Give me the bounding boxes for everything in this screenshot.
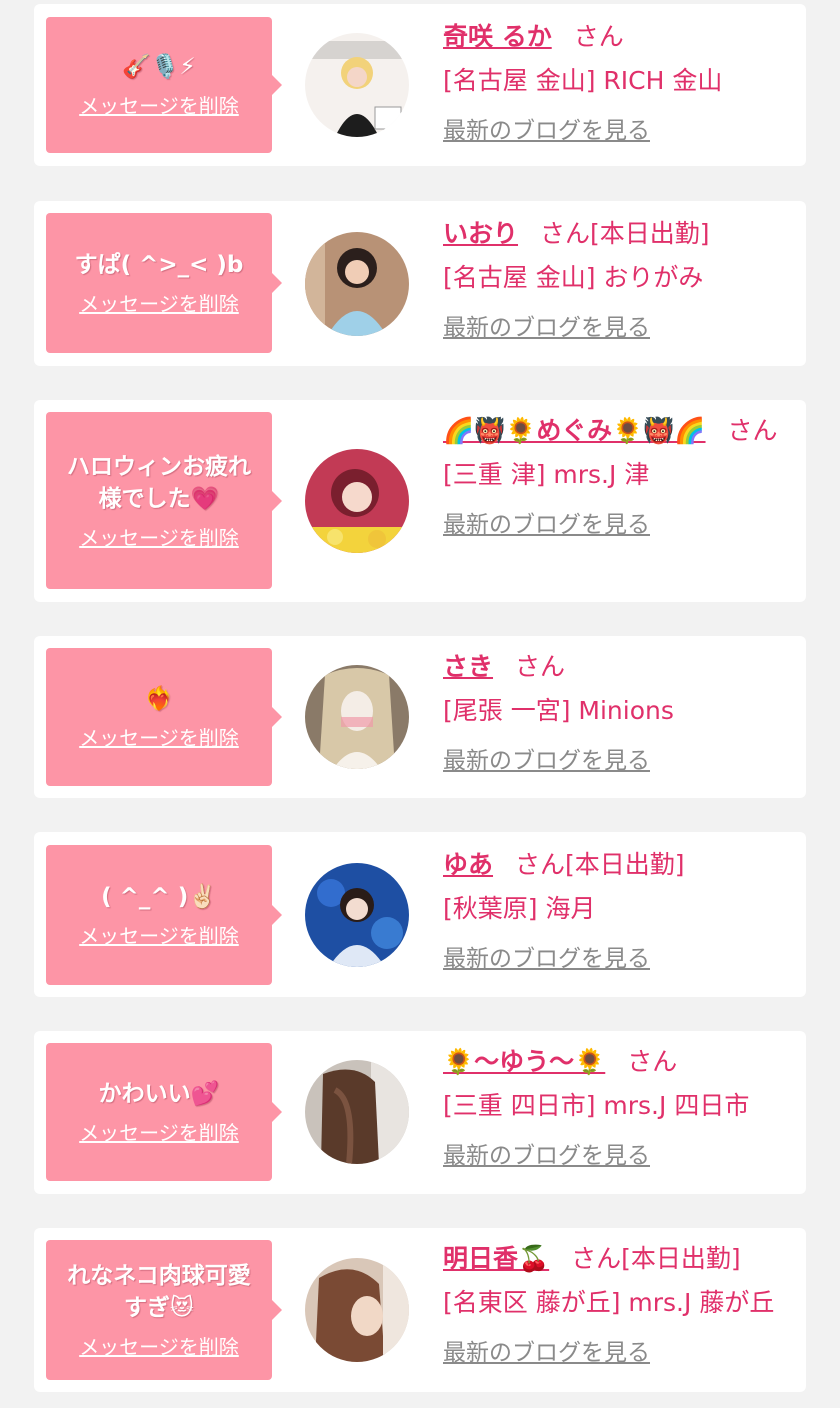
cast-name-link[interactable]: 明日香🍒 — [443, 1244, 549, 1273]
avatar[interactable] — [305, 863, 409, 967]
work-status: [本日出勤] — [621, 1244, 741, 1273]
message-card: かわいい💕 メッセージを削除 🌻〜ゆう〜🌻 さん [三重 四日市] mrs.J 四… — [34, 1031, 806, 1194]
latest-blog-link[interactable]: 最新のブログを見る — [443, 746, 650, 776]
message-card: 🎸🎙️⚡ メッセージを削除 奇咲 るか さん [名古屋 金山] RICH 金山 最… — [34, 4, 806, 166]
avatar[interactable] — [305, 1258, 409, 1362]
avatar[interactable] — [305, 449, 409, 553]
avatar-image — [305, 1060, 409, 1164]
avatar-image — [305, 449, 409, 553]
cast-info: さき さん [尾張 一宮] Minions 最新のブログを見る — [443, 650, 793, 776]
cast-name-link[interactable]: 🌻〜ゆう〜🌻 — [443, 1047, 605, 1076]
avatar-image — [305, 1258, 409, 1362]
honorific: さん — [627, 1047, 678, 1076]
cast-info: 🌻〜ゆう〜🌻 さん [三重 四日市] mrs.J 四日市 最新のブログを見る — [443, 1045, 793, 1171]
message-text: ❤️‍🔥 — [144, 686, 174, 712]
cast-info: 🌈👹🌻めぐみ🌻👹🌈 さん [三重 津] mrs.J 津 最新のブログを見る — [443, 414, 793, 540]
message-bubble: すぱ( ^>_< )b メッセージを削除 — [46, 213, 282, 353]
cast-name-link[interactable]: ゆあ — [443, 850, 493, 879]
delete-message-link[interactable]: メッセージを削除 — [79, 93, 239, 119]
honorific: さん — [515, 652, 566, 681]
delete-message-link[interactable]: メッセージを削除 — [79, 725, 239, 751]
honorific: さん — [727, 416, 778, 445]
shop-label: [秋葉原] 海月 — [443, 894, 596, 923]
latest-blog-link[interactable]: 最新のブログを見る — [443, 510, 650, 540]
avatar-image — [305, 665, 409, 769]
cast-name-link[interactable]: さき — [443, 652, 493, 681]
avatar-image — [305, 232, 409, 336]
message-card: ❤️‍🔥 メッセージを削除 さき さん [尾張 一宮] Minions 最新のブロ… — [34, 636, 806, 798]
message-text: かわいい💕 — [98, 1081, 220, 1107]
message-card: すぱ( ^>_< )b メッセージを削除 いおり さん[本日出勤] [名古屋 金山… — [34, 201, 806, 366]
cast-info: 明日香🍒 さん[本日出勤] [名東区 藤が丘] mrs.J 藤が丘 最新のブログを… — [443, 1242, 793, 1368]
cast-name-link[interactable]: 奇咲 るか — [443, 22, 552, 51]
cast-info: 奇咲 るか さん [名古屋 金山] RICH 金山 最新のブログを見る — [443, 20, 793, 146]
avatar[interactable] — [305, 33, 409, 137]
delete-message-link[interactable]: メッセージを削除 — [79, 923, 239, 949]
delete-message-link[interactable]: メッセージを削除 — [79, 525, 239, 551]
message-text: すぱ( ^>_< )b — [74, 252, 244, 278]
message-bubble: かわいい💕 メッセージを削除 — [46, 1043, 282, 1181]
avatar[interactable] — [305, 232, 409, 336]
avatar-image — [305, 863, 409, 967]
shop-label: [尾張 一宮] Minions — [443, 696, 674, 725]
avatar[interactable] — [305, 1060, 409, 1164]
message-list: 🎸🎙️⚡ メッセージを削除 奇咲 るか さん [名古屋 金山] RICH 金山 最… — [0, 0, 840, 1408]
cast-name-link[interactable]: いおり — [443, 219, 518, 248]
delete-message-link[interactable]: メッセージを削除 — [79, 291, 239, 317]
cast-info: ゆあ さん[本日出勤] [秋葉原] 海月 最新のブログを見る — [443, 848, 793, 974]
message-card: ハロウィンお疲れ 様でした💗 メッセージを削除 🌈👹🌻めぐみ🌻👹🌈 さん [三重 … — [34, 400, 806, 602]
work-status: [本日出勤] — [590, 219, 710, 248]
delete-message-link[interactable]: メッセージを削除 — [79, 1120, 239, 1146]
shop-label: [名古屋 金山] おりがみ — [443, 263, 704, 292]
message-bubble: 🎸🎙️⚡ メッセージを削除 — [46, 17, 282, 153]
cast-info: いおり さん[本日出勤] [名古屋 金山] おりがみ 最新のブログを見る — [443, 217, 793, 343]
message-card: ( ^_^ )✌🏻 メッセージを削除 ゆあ さん[本日出勤] [秋葉原] 海月 最… — [34, 832, 806, 997]
shop-label: [三重 津] mrs.J 津 — [443, 460, 650, 489]
message-card: れなネコ肉球可愛 すぎ😻 メッセージを削除 明日香🍒 さん[本日出勤] [名東区 … — [34, 1228, 806, 1392]
latest-blog-link[interactable]: 最新のブログを見る — [443, 944, 650, 974]
honorific: さん — [571, 1244, 622, 1273]
honorific: さん — [540, 219, 591, 248]
message-bubble: ハロウィンお疲れ 様でした💗 メッセージを削除 — [46, 412, 282, 589]
cast-name-link[interactable]: 🌈👹🌻めぐみ🌻👹🌈 — [443, 416, 706, 445]
avatar[interactable] — [305, 665, 409, 769]
delete-message-link[interactable]: メッセージを削除 — [79, 1334, 239, 1360]
honorific: さん — [573, 22, 624, 51]
shop-label: [名東区 藤が丘] mrs.J 藤が丘 — [443, 1288, 775, 1317]
work-status: [本日出勤] — [565, 850, 685, 879]
message-bubble: れなネコ肉球可愛 すぎ😻 メッセージを削除 — [46, 1240, 282, 1380]
avatar-image — [305, 33, 409, 137]
latest-blog-link[interactable]: 最新のブログを見る — [443, 116, 650, 146]
latest-blog-link[interactable]: 最新のブログを見る — [443, 1338, 650, 1368]
shop-label: [三重 四日市] mrs.J 四日市 — [443, 1091, 750, 1120]
message-text: ( ^_^ )✌🏻 — [101, 884, 217, 910]
message-text: れなネコ肉球可愛 すぎ😻 — [67, 1263, 251, 1321]
message-bubble: ❤️‍🔥 メッセージを削除 — [46, 648, 282, 786]
latest-blog-link[interactable]: 最新のブログを見る — [443, 1141, 650, 1171]
message-bubble: ( ^_^ )✌🏻 メッセージを削除 — [46, 845, 282, 985]
honorific: さん — [515, 850, 566, 879]
latest-blog-link[interactable]: 最新のブログを見る — [443, 313, 650, 343]
shop-label: [名古屋 金山] RICH 金山 — [443, 66, 723, 95]
message-text: 🎸🎙️⚡ — [122, 54, 196, 80]
message-text: ハロウィンお疲れ 様でした💗 — [67, 453, 251, 512]
